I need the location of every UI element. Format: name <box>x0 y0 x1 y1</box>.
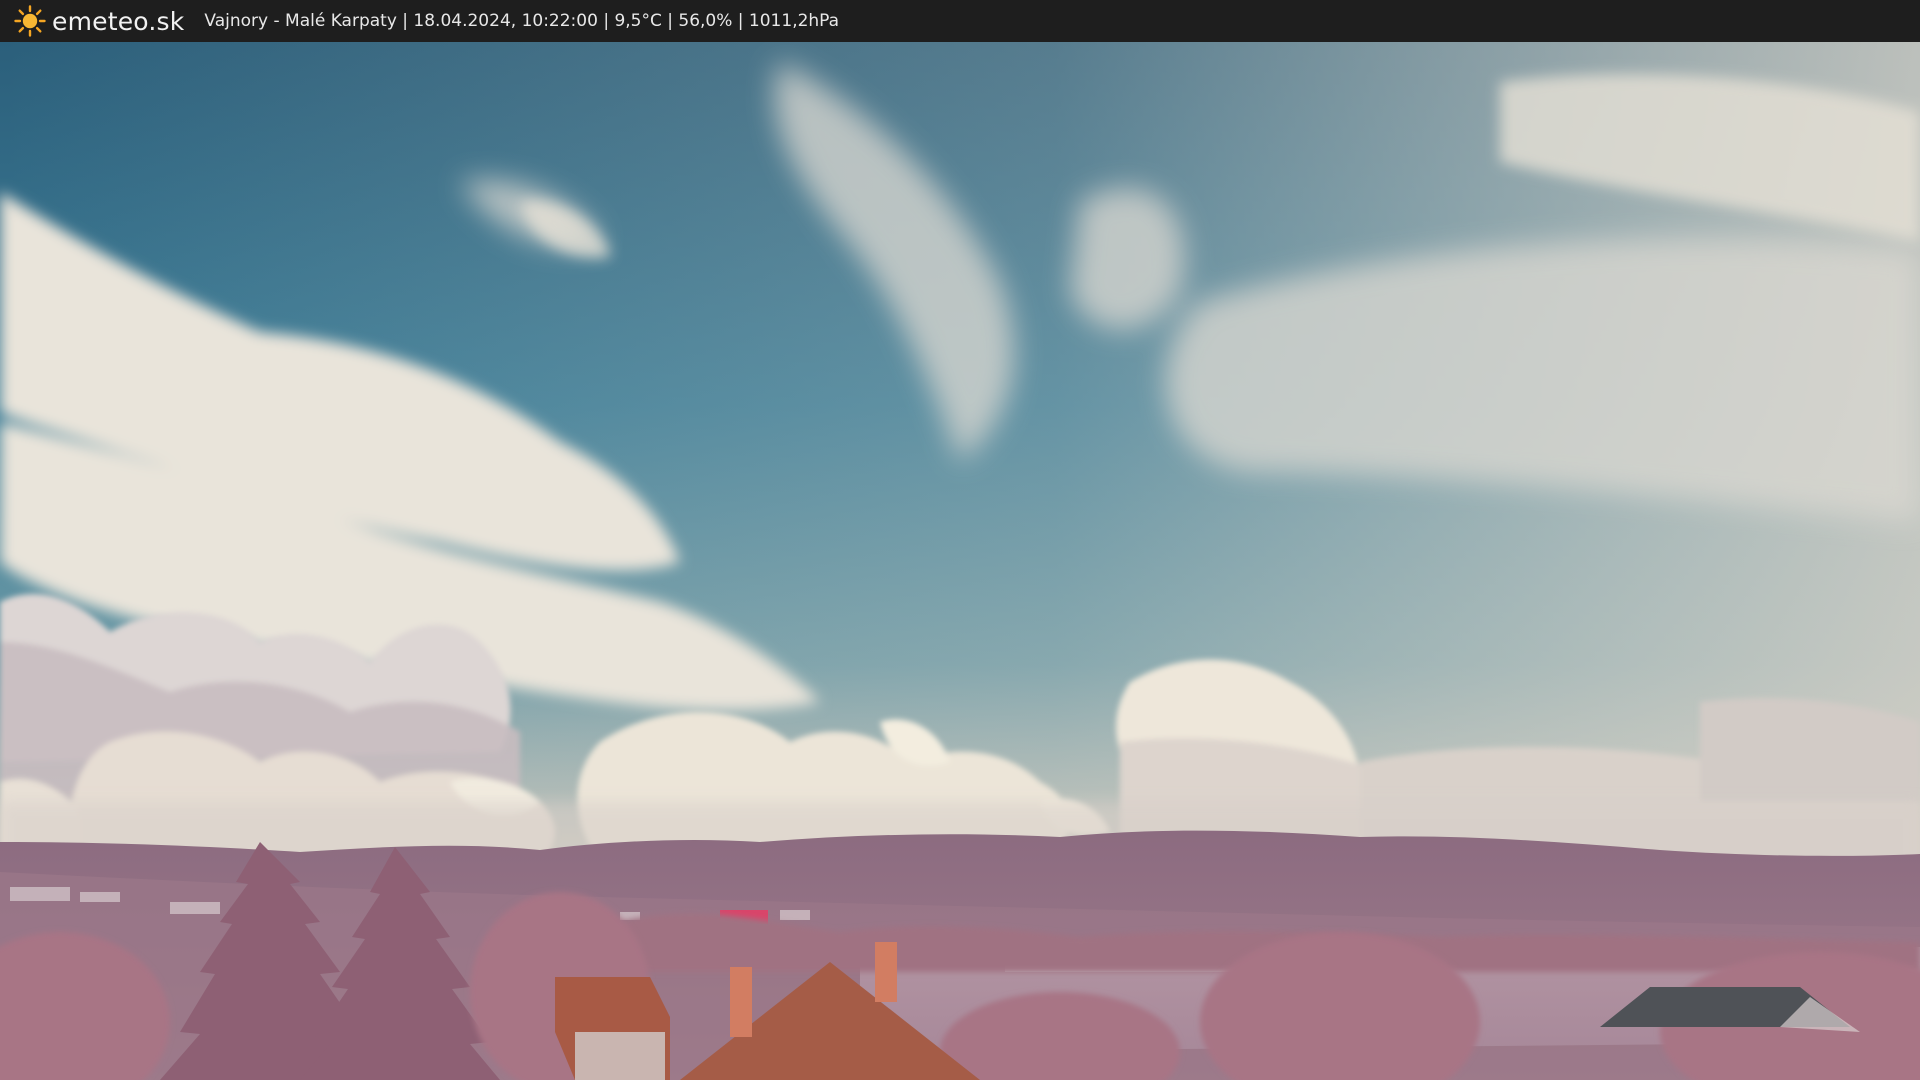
webcam-frame: emeteo.sk Vajnory - Malé Karpaty | 18.04… <box>0 0 1920 1080</box>
webcam-image <box>0 42 1920 1080</box>
weather-readout: Vajnory - Malé Karpaty | 18.04.2024, 10:… <box>204 11 840 31</box>
brand-name: emeteo.sk <box>52 6 185 36</box>
site-logo[interactable]: emeteo.sk <box>14 5 184 37</box>
webcam-info-bar: emeteo.sk Vajnory - Malé Karpaty | 18.04… <box>0 0 1920 42</box>
landscape-view <box>0 42 1920 1080</box>
sun-icon <box>14 5 46 37</box>
